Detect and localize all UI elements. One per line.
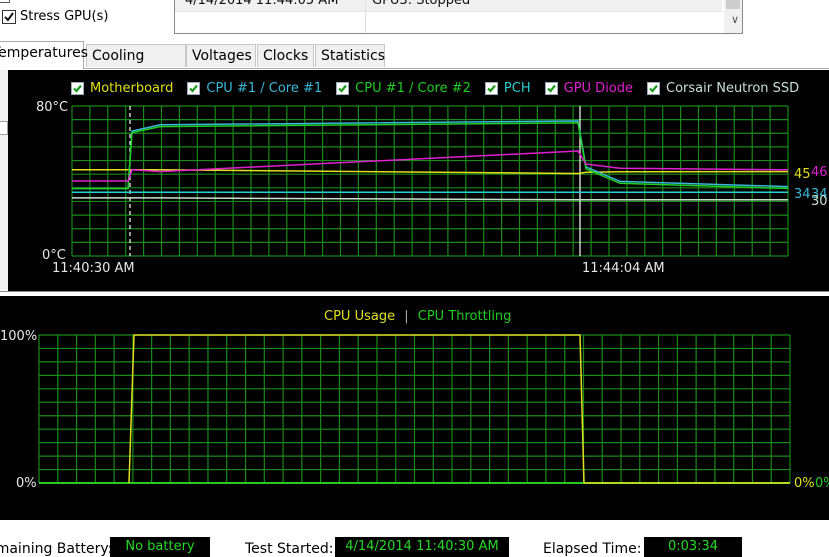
log-row[interactable]: 4/14/2014 11:44:05 AM GPU3: Stopped: [175, 0, 722, 12]
value-ssd: 30: [811, 194, 828, 209]
usage-y-max-label: 100%: [0, 329, 38, 344]
elapsed-time-label: Elapsed Time:: [543, 541, 642, 557]
test-started-value: 4/14/2014 11:40:30 AM: [335, 537, 509, 557]
cpu-usage-chart-panel: CPU Usage | CPU Throttling 100% 0% 0% 0%: [0, 296, 829, 520]
log-message: GPU3: Stopped: [372, 0, 471, 8]
cpu-usage-chart: [38, 334, 791, 484]
checkmark-icon: [4, 11, 14, 22]
elapsed-time-value: 0:03:34: [644, 537, 742, 557]
series-line-cpu-usage: [128, 334, 790, 484]
remaining-battery-value: No battery: [110, 537, 210, 557]
usage-y-min-label: 0%: [16, 476, 37, 491]
tab-clocks[interactable]: Clocks: [257, 44, 314, 67]
current-usage-value: 0%: [794, 476, 815, 491]
log-time: 4/14/2014 11:44:05 AM: [185, 0, 339, 8]
tab-temperatures[interactable]: Temperatures: [0, 41, 88, 69]
tab-voltages[interactable]: Voltages: [186, 44, 256, 67]
test-started-label: Test Started:: [245, 541, 334, 557]
log-scrollbar[interactable]: ∨: [724, 0, 742, 33]
x-axis-marker-label: 11:44:04 AM: [582, 261, 665, 276]
tab-cooling-fans[interactable]: Cooling Fans: [86, 44, 186, 87]
temperature-chart-panel: Motherboard CPU #1 / Core #1 CPU #1 / Core…: [8, 70, 829, 291]
tab-statistics[interactable]: Statistics: [315, 44, 385, 67]
x-axis-start-label: 11:40:30 AM: [52, 261, 135, 276]
chevron-down-icon[interactable]: ∨: [731, 13, 739, 26]
status-footer: Remaining Battery: No battery Test Start…: [0, 520, 829, 557]
stress-gpu-checkbox[interactable]: [2, 9, 16, 24]
column-divider: [365, 0, 366, 33]
value-motherboard: 45: [794, 167, 811, 182]
side-panel-button[interactable]: [0, 121, 8, 135]
value-cpu-core1: 34: [794, 187, 811, 202]
scrollbar-thumb[interactable]: [726, 0, 740, 9]
tab-strip-line: [0, 68, 829, 69]
y-axis-max-label: 80°C: [36, 100, 69, 115]
value-gpu-diode: 46: [811, 165, 828, 180]
hidden-option-checkbox[interactable]: [0, 0, 10, 3]
current-throttling-value: 0%: [815, 476, 829, 491]
remaining-battery-label: Remaining Battery:: [0, 541, 113, 557]
event-log-list[interactable]: 4/14/2014 11:44:05 AM GPU3: Stopped ∨: [174, 0, 743, 34]
stress-gpu-option[interactable]: Stress GPU(s): [2, 9, 108, 24]
stress-gpu-label: Stress GPU(s): [20, 9, 109, 24]
temperature-chart: [71, 105, 789, 257]
